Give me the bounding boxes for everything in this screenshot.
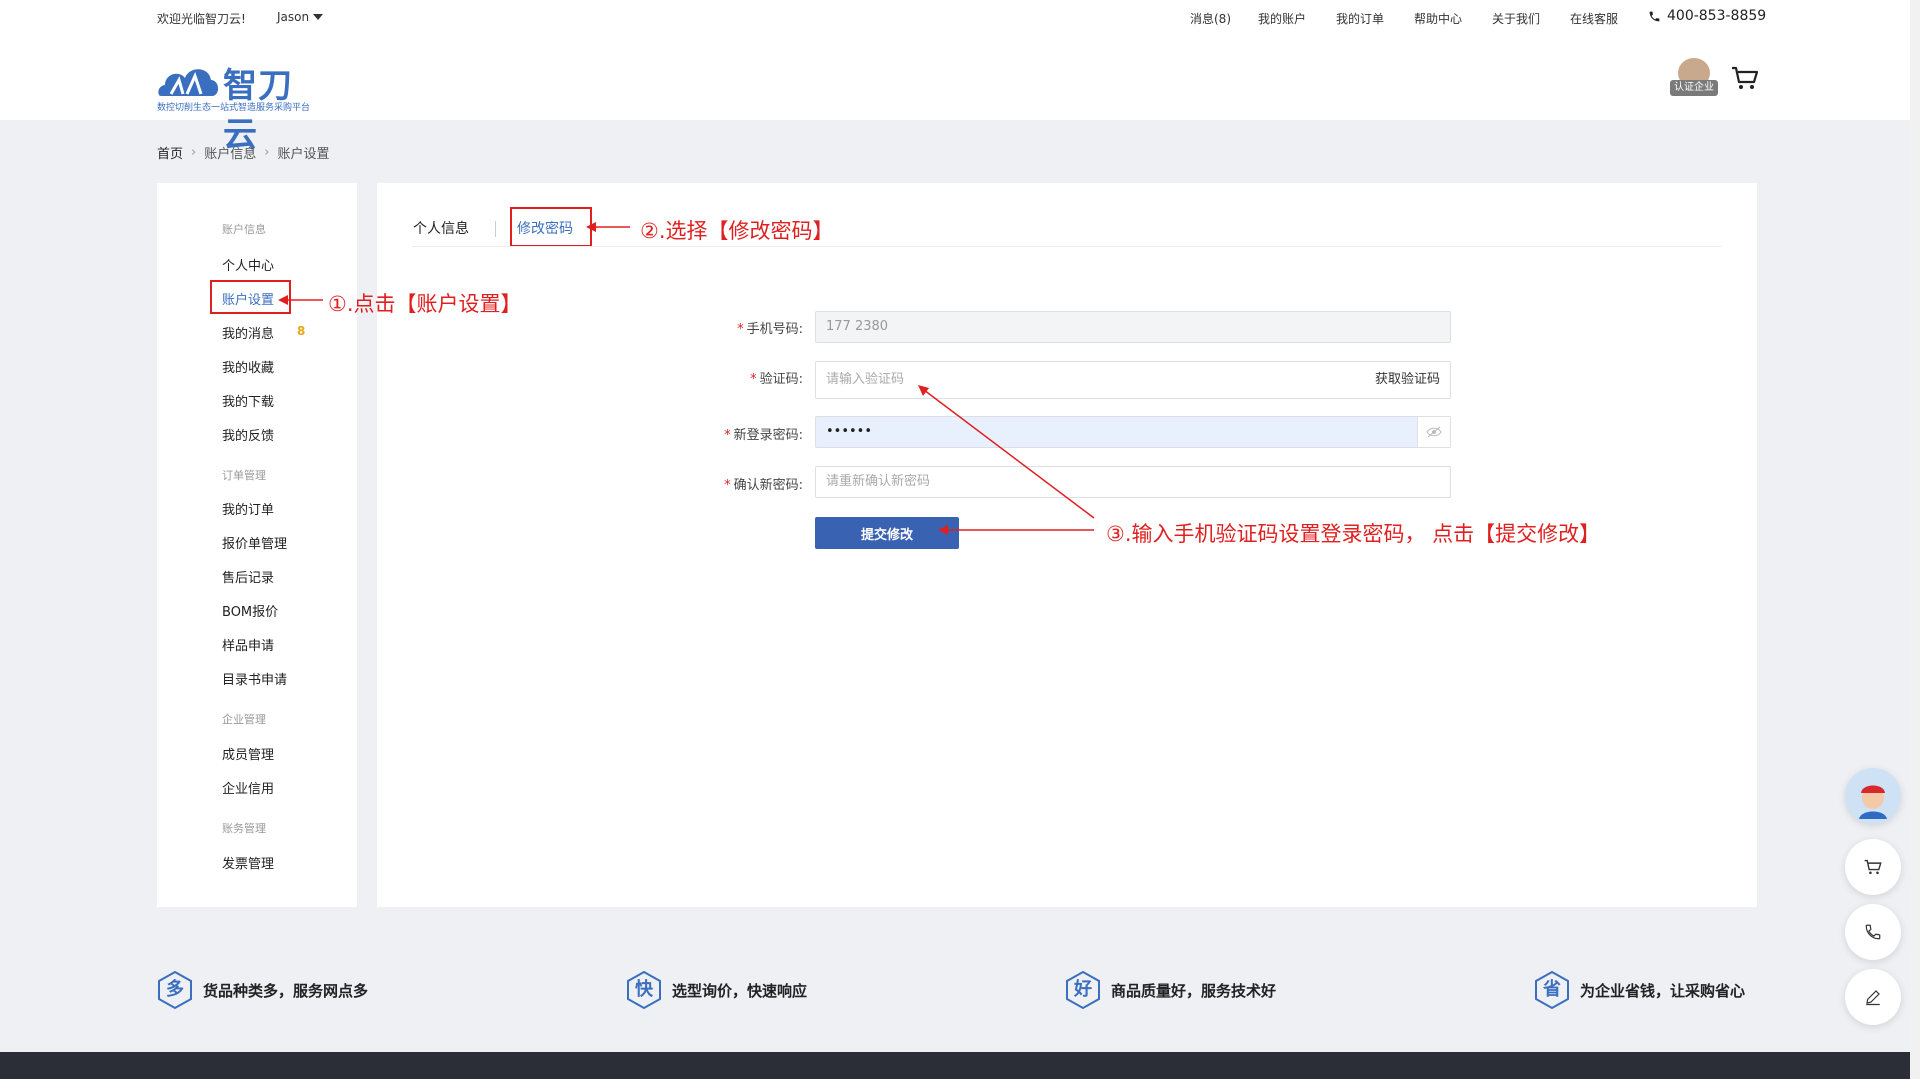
arrow-step3-code-head xyxy=(918,385,929,396)
customer-service-avatar[interactable] xyxy=(1845,768,1901,824)
agent-avatar-icon xyxy=(1849,772,1897,820)
feature-text: 为企业省钱，让采购省心 xyxy=(1580,981,1746,1000)
float-phone-button[interactable] xyxy=(1845,904,1901,960)
feature-text: 货品种类多，服务网点多 xyxy=(203,981,369,1000)
hexagon-icon: 快 xyxy=(626,970,662,1010)
float-feedback-button[interactable] xyxy=(1845,969,1901,1025)
phone-icon xyxy=(1865,924,1881,940)
annotation-step1: ①.点击【账户设置】 xyxy=(328,292,522,316)
float-cart-button[interactable] xyxy=(1845,839,1901,895)
feature-savings: 省 为企业省钱，让采购省心 xyxy=(1534,970,1745,1010)
hexagon-icon: 省 xyxy=(1534,970,1570,1010)
annotation-step2: ②.选择【修改密码】 xyxy=(640,219,834,243)
arrow-step3-submit-head xyxy=(938,525,948,535)
arrow-step2-head xyxy=(586,222,596,232)
edit-pen-icon xyxy=(1866,990,1880,1006)
page-scrollbar[interactable] xyxy=(1910,0,1920,1079)
feature-text: 商品质量好，服务技术好 xyxy=(1111,981,1277,1000)
hexagon-icon: 多 xyxy=(157,970,193,1010)
footer-bar xyxy=(0,1052,1920,1079)
feature-fast: 快 选型询价，快速响应 xyxy=(626,970,807,1010)
arrow-step1-head xyxy=(278,295,288,305)
annotation-step3: ③.输入手机验证码设置登录密码， 点击【提交修改】 xyxy=(1106,522,1601,546)
feature-quality: 好 商品质量好，服务技术好 xyxy=(1065,970,1276,1010)
feature-variety: 多 货品种类多，服务网点多 xyxy=(157,970,368,1010)
arrow-step3-code xyxy=(923,389,1095,519)
annotation-arrows xyxy=(278,222,1095,535)
cart-icon xyxy=(1864,859,1882,875)
hexagon-icon: 好 xyxy=(1065,970,1101,1010)
feature-text: 选型询价，快速响应 xyxy=(672,981,808,1000)
